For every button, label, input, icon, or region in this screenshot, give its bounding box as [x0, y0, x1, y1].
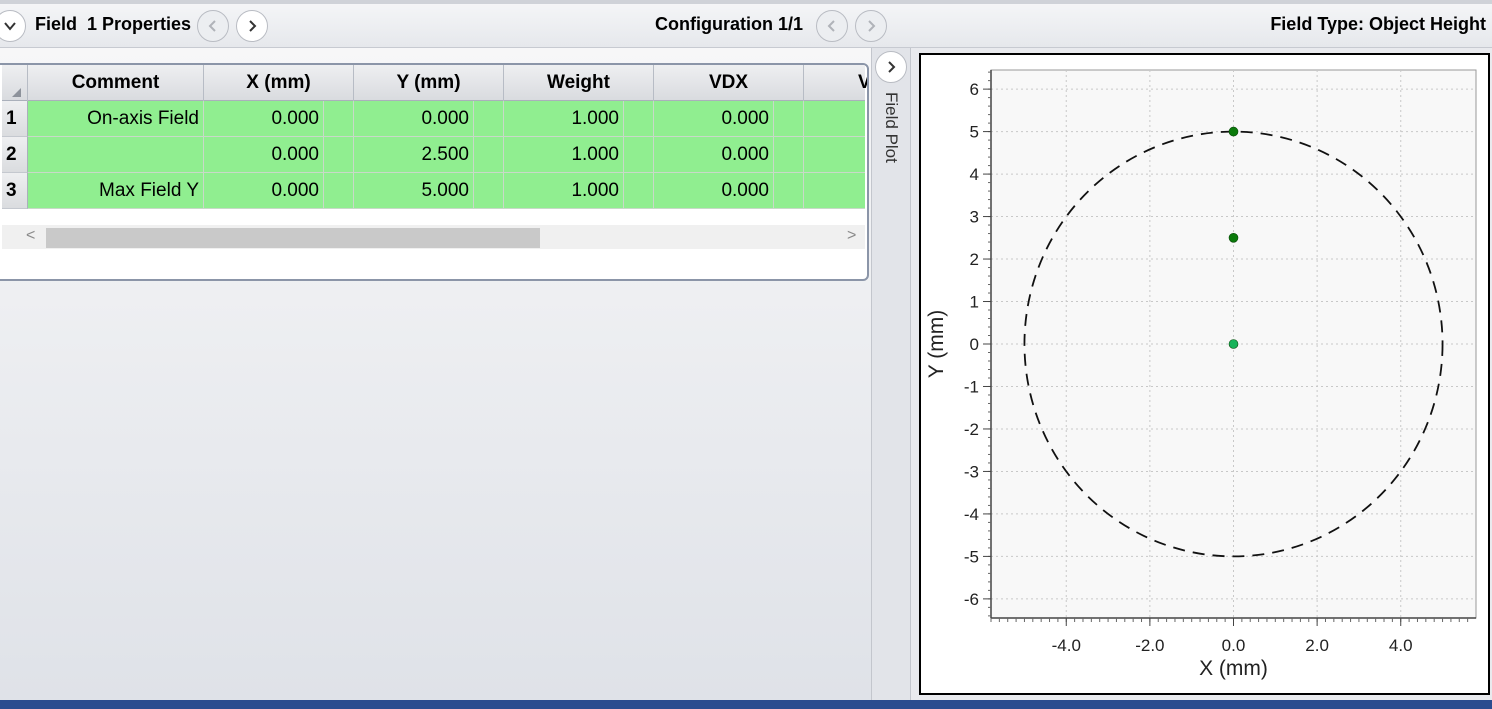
- vdx-cell[interactable]: 0.000: [654, 173, 774, 209]
- field-point: [1228, 339, 1239, 349]
- x-cell[interactable]: 0.000: [204, 101, 324, 137]
- previous-configuration-button[interactable]: [816, 10, 848, 42]
- vdy-cell[interactable]: [804, 173, 865, 209]
- y-tick-label: -3: [964, 462, 979, 481]
- y-tick-label: -4: [964, 505, 979, 524]
- configuration-label: Configuration 1/1: [655, 14, 803, 34]
- vdy-cell[interactable]: [804, 101, 865, 137]
- y-axis-label: Y (mm): [925, 310, 948, 378]
- field-plot-tab-label[interactable]: Field Plot: [881, 92, 901, 163]
- chevron-right-icon: [249, 20, 257, 32]
- comment-cell[interactable]: Max Field Y: [28, 173, 204, 209]
- y-tick-label: -5: [964, 547, 979, 566]
- app-root: Field 1 Properties Configuration 1/1 Fie…: [0, 0, 1492, 709]
- x-cell[interactable]: 0.000: [204, 173, 324, 209]
- y-tick-label: -2: [964, 420, 979, 439]
- grid-header-row: Comment X (mm) Y (mm) Weight VDX V: [2, 65, 867, 101]
- x-tick-label: -4.0: [1052, 636, 1081, 655]
- column-header-comment[interactable]: Comment: [28, 65, 204, 101]
- status-bar: [0, 700, 1492, 709]
- y-cell[interactable]: 2.500: [354, 137, 474, 173]
- weight-solve-cell[interactable]: [624, 101, 654, 137]
- vdx-cell[interactable]: 0.000: [654, 101, 774, 137]
- previous-field-button[interactable]: [197, 10, 229, 42]
- horizontal-scrollbar[interactable]: < >: [2, 225, 865, 249]
- field-plot-side-strip: Field Plot: [871, 48, 911, 700]
- field-toolbar: Field 1 Properties Configuration 1/1 Fie…: [0, 0, 1492, 48]
- row-number[interactable]: 3: [2, 173, 28, 209]
- vdx-solve-cell[interactable]: [774, 137, 804, 173]
- next-field-button[interactable]: [236, 10, 268, 42]
- comment-cell[interactable]: On-axis Field: [28, 101, 204, 137]
- x-tick-label: -2.0: [1135, 636, 1164, 655]
- field-point: [1228, 232, 1239, 243]
- select-all-corner[interactable]: [2, 65, 28, 101]
- y-cell[interactable]: 5.000: [354, 173, 474, 209]
- y-tick-label: 5: [970, 123, 979, 142]
- x-axis-label: X (mm): [1199, 657, 1268, 680]
- y-tick-label: 4: [970, 165, 979, 184]
- field-type-label[interactable]: Field Type: Object Height: [1270, 14, 1486, 35]
- weight-cell[interactable]: 1.000: [504, 137, 624, 173]
- y-tick-label: -1: [964, 377, 979, 396]
- x-solve-cell[interactable]: [324, 173, 354, 209]
- column-header-y[interactable]: Y (mm): [354, 65, 504, 101]
- chevron-left-icon: [827, 20, 835, 32]
- chevron-down-icon: [4, 22, 16, 31]
- chevron-left-icon: [208, 20, 216, 32]
- expand-field-plot-button[interactable]: [875, 51, 907, 83]
- chevron-right-icon: [868, 20, 876, 32]
- y-solve-cell[interactable]: [474, 137, 504, 173]
- x-solve-cell[interactable]: [324, 137, 354, 173]
- y-tick-label: -6: [964, 590, 979, 609]
- field-properties-title: Field 1 Properties: [35, 14, 192, 34]
- row-number[interactable]: 1: [2, 101, 28, 137]
- weight-solve-cell[interactable]: [624, 173, 654, 209]
- chevron-right-icon: [888, 61, 896, 73]
- weight-solve-cell[interactable]: [624, 137, 654, 173]
- column-header-x[interactable]: X (mm): [204, 65, 354, 101]
- y-tick-label: 3: [970, 208, 979, 227]
- field-plot-panel: 6 5 4 3 2 1 0 -1 -2 -3 -4 -5 -6 -4.0 -2.0 0.0 2.0 4.0 X (m…: [919, 53, 1490, 695]
- scroll-right-arrow[interactable]: >: [847, 227, 856, 245]
- x-cell[interactable]: 0.000: [204, 137, 324, 173]
- table-row: 1 On-axis Field 0.000 0.000 1.000 0.000: [2, 101, 865, 137]
- row-number[interactable]: 2: [2, 137, 28, 173]
- column-header-weight[interactable]: Weight: [504, 65, 654, 101]
- table-row: 3 Max Field Y 0.000 5.000 1.000 0.000: [2, 173, 865, 209]
- y-solve-cell[interactable]: [474, 173, 504, 209]
- comment-cell[interactable]: [28, 137, 204, 173]
- column-header-vdy[interactable]: V: [804, 65, 867, 101]
- scrollbar-thumb[interactable]: [46, 228, 540, 248]
- vdx-cell[interactable]: 0.000: [654, 137, 774, 173]
- y-solve-cell[interactable]: [474, 101, 504, 137]
- weight-cell[interactable]: 1.000: [504, 101, 624, 137]
- y-tick-label: 6: [970, 80, 979, 99]
- y-tick-label: 0: [970, 335, 979, 354]
- field-data-grid: Comment X (mm) Y (mm) Weight VDX V 1 On-…: [0, 63, 869, 281]
- y-cell[interactable]: 0.000: [354, 101, 474, 137]
- collapse-chevron-button[interactable]: [0, 10, 26, 42]
- weight-cell[interactable]: 1.000: [504, 173, 624, 209]
- y-tick-label: 1: [970, 293, 979, 312]
- column-header-vdx[interactable]: VDX: [654, 65, 804, 101]
- vdx-solve-cell[interactable]: [774, 173, 804, 209]
- field-editor-panel: Comment X (mm) Y (mm) Weight VDX V 1 On-…: [0, 48, 871, 700]
- table-row: 2 0.000 2.500 1.000 0.000: [2, 137, 865, 173]
- next-configuration-button[interactable]: [855, 10, 887, 42]
- x-solve-cell[interactable]: [324, 101, 354, 137]
- vdy-cell[interactable]: [804, 137, 865, 173]
- vdx-solve-cell[interactable]: [774, 101, 804, 137]
- x-tick-label: 0.0: [1222, 636, 1246, 655]
- x-tick-label: 2.0: [1305, 636, 1329, 655]
- field-plot-chart: 6 5 4 3 2 1 0 -1 -2 -3 -4 -5 -6 -4.0 -2.0 0.0 2.0 4.0 X (m…: [925, 69, 1477, 680]
- x-tick-label: 4.0: [1389, 636, 1413, 655]
- field-point: [1228, 126, 1239, 137]
- y-tick-label: 2: [970, 250, 979, 269]
- scroll-left-arrow[interactable]: <: [26, 227, 35, 245]
